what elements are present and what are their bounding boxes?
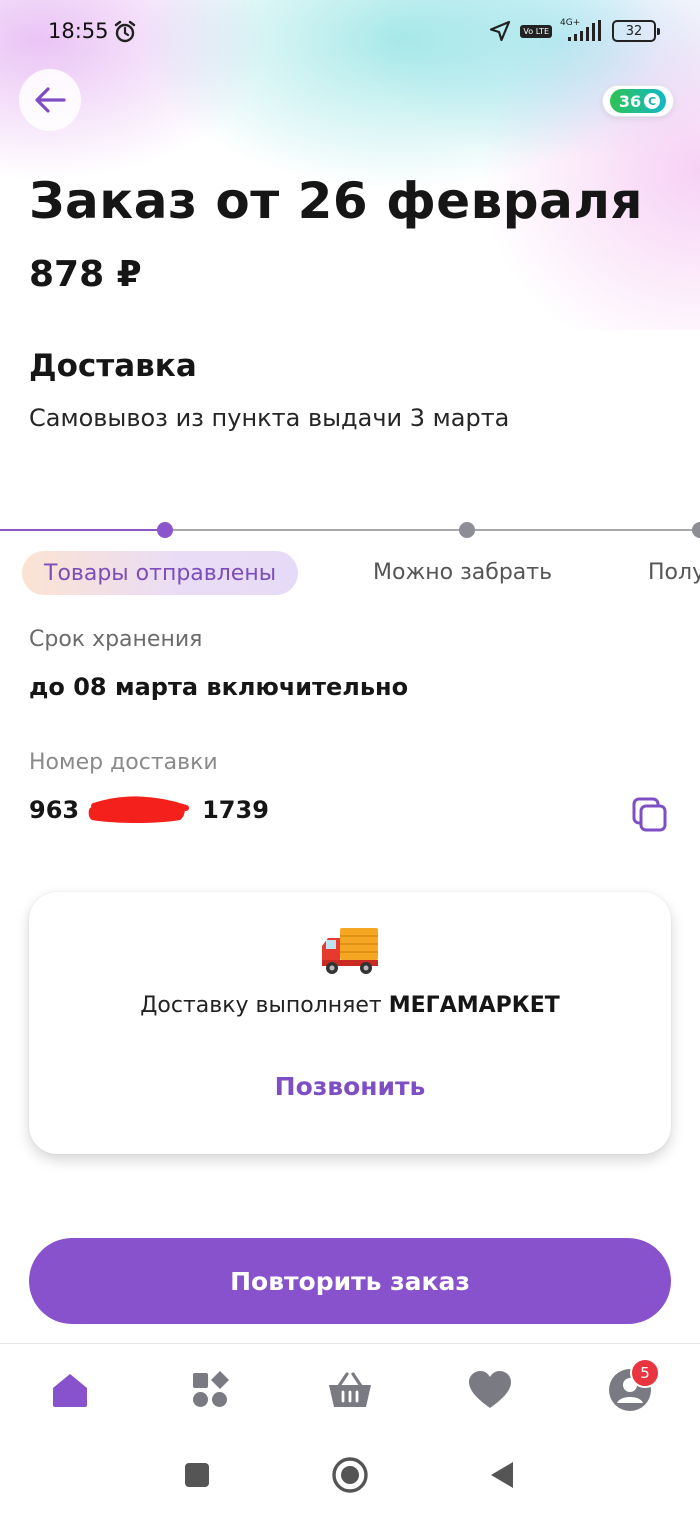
recent-apps-button[interactable] bbox=[175, 1453, 219, 1497]
bonus-balance-badge[interactable]: 36 С bbox=[602, 85, 674, 117]
square-icon bbox=[185, 1463, 209, 1487]
call-carrier-button[interactable]: Позвонить bbox=[29, 1072, 671, 1101]
carrier-card: Доставку выполняет МЕГАМАРКЕТ Позвонить bbox=[29, 892, 671, 1154]
home-system-button[interactable] bbox=[328, 1453, 372, 1497]
tracking-number-suffix: 1739 bbox=[202, 796, 269, 824]
storage-period-value: до 08 марта включительно bbox=[29, 673, 409, 701]
storage-period-label: Срок хранения bbox=[29, 627, 203, 652]
timeline-step-received: Полу bbox=[648, 560, 700, 585]
delivery-truck-icon bbox=[322, 928, 378, 974]
redaction-scribble bbox=[88, 796, 189, 823]
timeline-dot-current bbox=[157, 522, 173, 538]
bonus-coin-icon: С bbox=[644, 93, 661, 109]
carrier-text-prefix: Доставку выполняет bbox=[140, 993, 382, 1018]
back-system-button[interactable] bbox=[480, 1453, 524, 1497]
delivery-heading: Доставка bbox=[29, 348, 197, 384]
carrier-description: Доставку выполняет МЕГАМАРКЕТ bbox=[29, 993, 671, 1018]
basket-icon bbox=[329, 1372, 371, 1407]
alarm-icon bbox=[114, 20, 136, 43]
system-navigation-bar bbox=[0, 1439, 700, 1517]
order-total: 878 ₽ bbox=[29, 254, 142, 295]
order-status-timeline: Товары отправлены Можно забрать Полу bbox=[0, 510, 700, 610]
bonus-pill: 36 С bbox=[609, 89, 667, 113]
timeline-step-ready-for-pickup: Можно забрать bbox=[373, 560, 553, 585]
signal-icon: 4G+ bbox=[560, 18, 604, 44]
circle-home-icon bbox=[332, 1457, 368, 1493]
arrow-left-icon bbox=[35, 87, 66, 113]
tracking-number-prefix: 963 bbox=[29, 796, 80, 824]
triangle-back-icon bbox=[491, 1462, 513, 1488]
volte-indicator: Vo LTE bbox=[520, 24, 552, 38]
repeat-order-button[interactable]: Повторить заказ bbox=[29, 1238, 671, 1324]
heart-icon bbox=[469, 1371, 511, 1408]
back-button[interactable] bbox=[19, 69, 81, 131]
timeline-dot-step-2 bbox=[459, 522, 475, 538]
bottom-navigation: 5 bbox=[0, 1343, 700, 1439]
copy-icon bbox=[632, 797, 667, 832]
catalog-icon bbox=[193, 1371, 229, 1407]
nav-home[interactable] bbox=[46, 1366, 94, 1414]
home-icon bbox=[53, 1374, 87, 1407]
battery-level: 32 bbox=[625, 23, 643, 39]
carrier-name: МЕГАМАРКЕТ bbox=[388, 993, 560, 1018]
nav-cart[interactable] bbox=[326, 1366, 374, 1414]
copy-tracking-button[interactable] bbox=[627, 792, 673, 838]
bonus-amount: 36 bbox=[618, 91, 642, 111]
page-title: Заказ от 26 февраля bbox=[29, 172, 644, 230]
timeline-dot-step-3 bbox=[692, 522, 700, 538]
timeline-step-current: Товары отправлены bbox=[22, 551, 299, 595]
nav-profile[interactable]: 5 bbox=[606, 1358, 660, 1414]
status-bar: 18:55 Vo LTE 4G+ 32 bbox=[0, 0, 700, 64]
delivery-description: Самовывоз из пункта выдачи 3 марта bbox=[29, 404, 510, 432]
location-arrow-icon bbox=[490, 20, 511, 42]
timeline-track-line bbox=[165, 529, 700, 531]
nav-catalog[interactable] bbox=[186, 1366, 234, 1414]
battery-icon: 32 bbox=[612, 20, 660, 42]
timeline-progress-line bbox=[0, 529, 165, 531]
status-time: 18:55 bbox=[48, 19, 109, 43]
nav-favorites[interactable] bbox=[466, 1366, 514, 1414]
tracking-number-label: Номер доставки bbox=[29, 750, 218, 775]
notification-badge: 5 bbox=[630, 1358, 660, 1388]
